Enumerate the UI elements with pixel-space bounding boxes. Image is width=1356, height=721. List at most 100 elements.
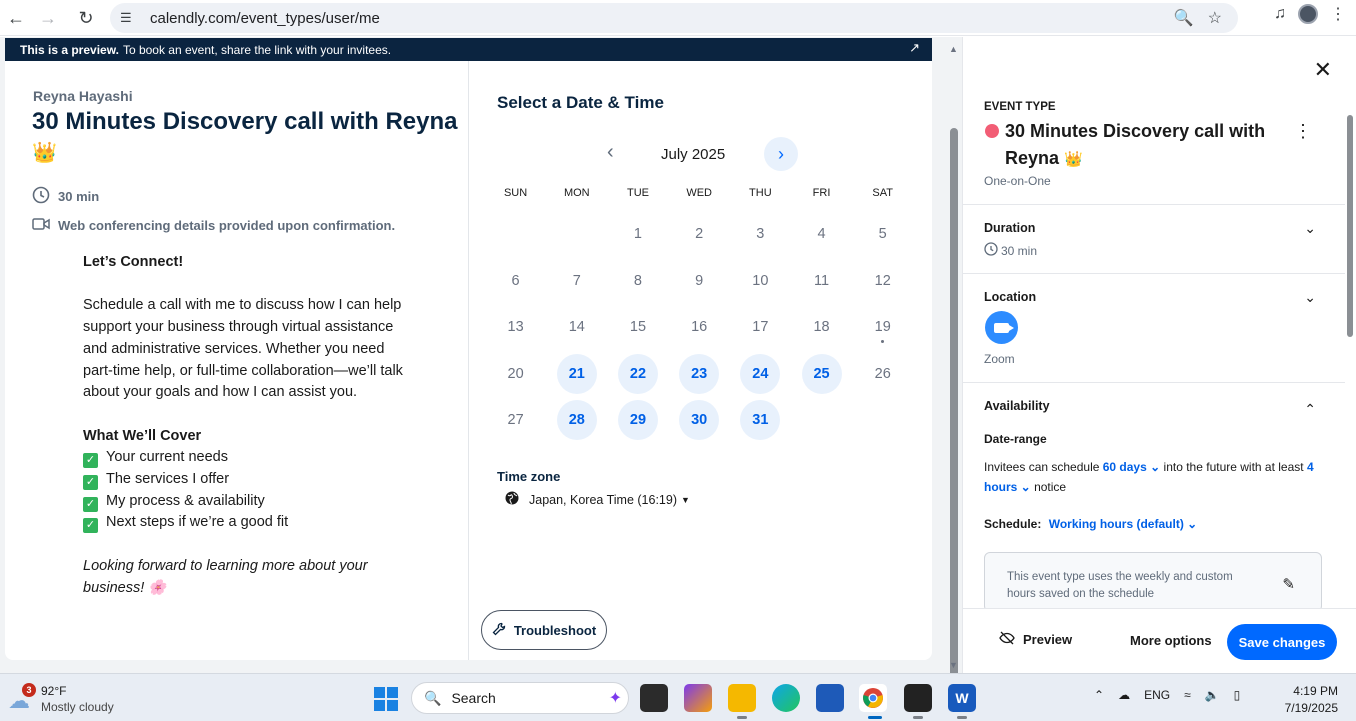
zoom-video-icon bbox=[985, 311, 1018, 344]
day-number: 20 bbox=[507, 365, 524, 382]
day-available[interactable]: 25 bbox=[791, 351, 852, 398]
event-kind: One-on-One bbox=[984, 174, 1051, 188]
availability-section-title[interactable]: Availability bbox=[984, 399, 1050, 413]
profile-avatar[interactable] bbox=[1298, 4, 1318, 24]
next-month-icon[interactable]: › bbox=[764, 137, 798, 171]
chevron-down-icon[interactable]: ⌄ bbox=[1304, 289, 1316, 306]
task-view-icon[interactable] bbox=[640, 684, 668, 712]
description-paragraph: Schedule a call with me to discuss how I… bbox=[83, 297, 403, 401]
day-unavailable: 7 bbox=[546, 258, 607, 305]
day-number: 29 bbox=[617, 400, 658, 441]
day-unavailable: 1 bbox=[607, 211, 668, 258]
divider bbox=[963, 273, 1345, 274]
media-icon[interactable]: ♫ bbox=[1274, 5, 1286, 23]
bookmark-star-icon[interactable]: ☆ bbox=[1208, 8, 1222, 28]
caret-down-icon: ▼ bbox=[681, 494, 690, 505]
taskbar-search[interactable]: 🔍 Search ✦ bbox=[411, 682, 629, 714]
day-number: 3 bbox=[756, 226, 765, 243]
chevron-down-icon[interactable]: ⌄ bbox=[1304, 220, 1316, 237]
day-unavailable: 18 bbox=[791, 304, 852, 351]
card-divider bbox=[468, 61, 469, 660]
external-link-icon[interactable]: ↗ bbox=[909, 40, 920, 56]
duration-value: 30 min bbox=[984, 242, 1037, 259]
day-number: 10 bbox=[752, 272, 769, 289]
preview-banner: This is a preview. To book an event, sha… bbox=[5, 38, 932, 61]
file-explorer-icon[interactable] bbox=[728, 684, 756, 712]
site-settings-icon[interactable]: ☰ bbox=[120, 10, 142, 26]
day-unavailable: 9 bbox=[669, 258, 730, 305]
day-available[interactable]: 21 bbox=[546, 351, 607, 398]
address-bar[interactable]: ☰ calendly.com/event_types/user/me 🔍 ☆ bbox=[110, 3, 1238, 33]
day-number: 12 bbox=[874, 272, 891, 289]
preview-button[interactable]: Preview bbox=[999, 631, 1072, 648]
day-number: 8 bbox=[633, 272, 642, 289]
calendar-heading: Select a Date & Time bbox=[497, 93, 664, 112]
day-unavailable: 8 bbox=[607, 258, 668, 305]
chevron-up-icon[interactable]: ⌃ bbox=[1304, 401, 1316, 418]
day-number: 2 bbox=[695, 226, 704, 243]
browser-menu-icon[interactable]: ⋮ bbox=[1330, 4, 1346, 24]
day-unavailable: 16 bbox=[669, 304, 730, 351]
sticky-notes-icon[interactable] bbox=[904, 684, 932, 712]
edge-icon[interactable] bbox=[772, 684, 800, 712]
weekday-header: SUN MON TUE WED THU FRI SAT bbox=[485, 187, 913, 199]
word-icon[interactable]: W bbox=[948, 684, 976, 712]
check-icon: ✓ bbox=[83, 475, 98, 490]
panel-scrollbar[interactable] bbox=[1346, 105, 1354, 603]
system-clock[interactable]: 4:19 PM 7/19/2025 bbox=[1276, 683, 1338, 717]
zoom-icon[interactable]: 🔍 bbox=[1174, 8, 1194, 28]
reload-button[interactable]: ↻ bbox=[70, 2, 102, 34]
copilot-icon[interactable] bbox=[684, 684, 712, 712]
start-button[interactable] bbox=[374, 687, 398, 711]
page-scroll-thumb[interactable] bbox=[950, 128, 958, 696]
day-available[interactable]: 28 bbox=[546, 397, 607, 444]
close-icon[interactable]: ✕ bbox=[1314, 57, 1332, 83]
onedrive-icon[interactable]: ☁ bbox=[1118, 688, 1130, 702]
more-options-button[interactable]: More options bbox=[1130, 633, 1212, 648]
pencil-icon[interactable]: ✎ bbox=[1282, 575, 1295, 593]
store-icon[interactable] bbox=[816, 684, 844, 712]
system-tray: ⌃ ☁ ENG ≈ 🔈 ▯ bbox=[1094, 688, 1240, 702]
weekday-label: SAT bbox=[872, 187, 893, 199]
battery-icon[interactable]: ▯ bbox=[1234, 688, 1241, 702]
day-available[interactable]: 24 bbox=[730, 351, 791, 398]
check-icon: ✓ bbox=[83, 453, 98, 469]
back-button[interactable]: ← bbox=[0, 2, 32, 34]
timezone-selector[interactable]: Japan, Korea Time (16:19) ▼ bbox=[505, 491, 690, 508]
crown-emoji: 👑 bbox=[32, 142, 57, 164]
forward-button[interactable]: → bbox=[32, 2, 64, 34]
previous-month-icon[interactable]: ‹ bbox=[607, 141, 614, 164]
location-section-title[interactable]: Location bbox=[984, 290, 1036, 304]
page-scrollbar[interactable]: ▲ ▼ bbox=[946, 40, 962, 696]
schedule-dropdown[interactable]: Working hours (default) ⌄ bbox=[1049, 517, 1198, 531]
days-dropdown[interactable]: 60 days ⌄ bbox=[1103, 460, 1160, 474]
day-available[interactable]: 29 bbox=[607, 397, 668, 444]
chevron-up-icon[interactable]: ⌃ bbox=[1094, 688, 1104, 702]
date-range-text: Invitees can schedule 60 days ⌄ into the… bbox=[984, 460, 1314, 494]
day-available[interactable]: 22 bbox=[607, 351, 668, 398]
day-number: 25 bbox=[801, 353, 842, 394]
weather-widget[interactable]: ☁ 3 92°F Mostly cloudy bbox=[8, 680, 138, 716]
chrome-icon[interactable] bbox=[859, 684, 887, 712]
flower-emoji: 🌸 bbox=[148, 579, 167, 596]
language-indicator[interactable]: ENG bbox=[1144, 688, 1170, 702]
crown-emoji: 👑 bbox=[1064, 151, 1083, 168]
day-available[interactable]: 23 bbox=[669, 351, 730, 398]
event-description: Let’s Connect! Schedule a call with me t… bbox=[83, 252, 403, 599]
kebab-menu-icon[interactable]: ⋮ bbox=[1294, 121, 1312, 142]
day-available[interactable]: 31 bbox=[730, 397, 791, 444]
scroll-down-icon[interactable]: ▼ bbox=[949, 660, 958, 670]
day-available[interactable]: 30 bbox=[669, 397, 730, 444]
day-unavailable: 27 bbox=[485, 397, 546, 444]
volume-icon[interactable]: 🔈 bbox=[1205, 688, 1220, 702]
schedule-label: Schedule: bbox=[984, 517, 1042, 531]
day-number: 28 bbox=[556, 400, 597, 441]
scroll-up-icon[interactable]: ▲ bbox=[949, 44, 958, 54]
duration-section-title[interactable]: Duration bbox=[984, 221, 1035, 235]
troubleshoot-button[interactable]: Troubleshoot bbox=[481, 610, 607, 650]
save-changes-button[interactable]: Save changes bbox=[1227, 624, 1337, 660]
duration-text: 30 min bbox=[58, 189, 100, 204]
panel-scroll-thumb[interactable] bbox=[1347, 115, 1353, 337]
wifi-icon[interactable]: ≈ bbox=[1184, 688, 1191, 702]
schedule-notice: This event type uses the weekly and cust… bbox=[984, 552, 1322, 612]
